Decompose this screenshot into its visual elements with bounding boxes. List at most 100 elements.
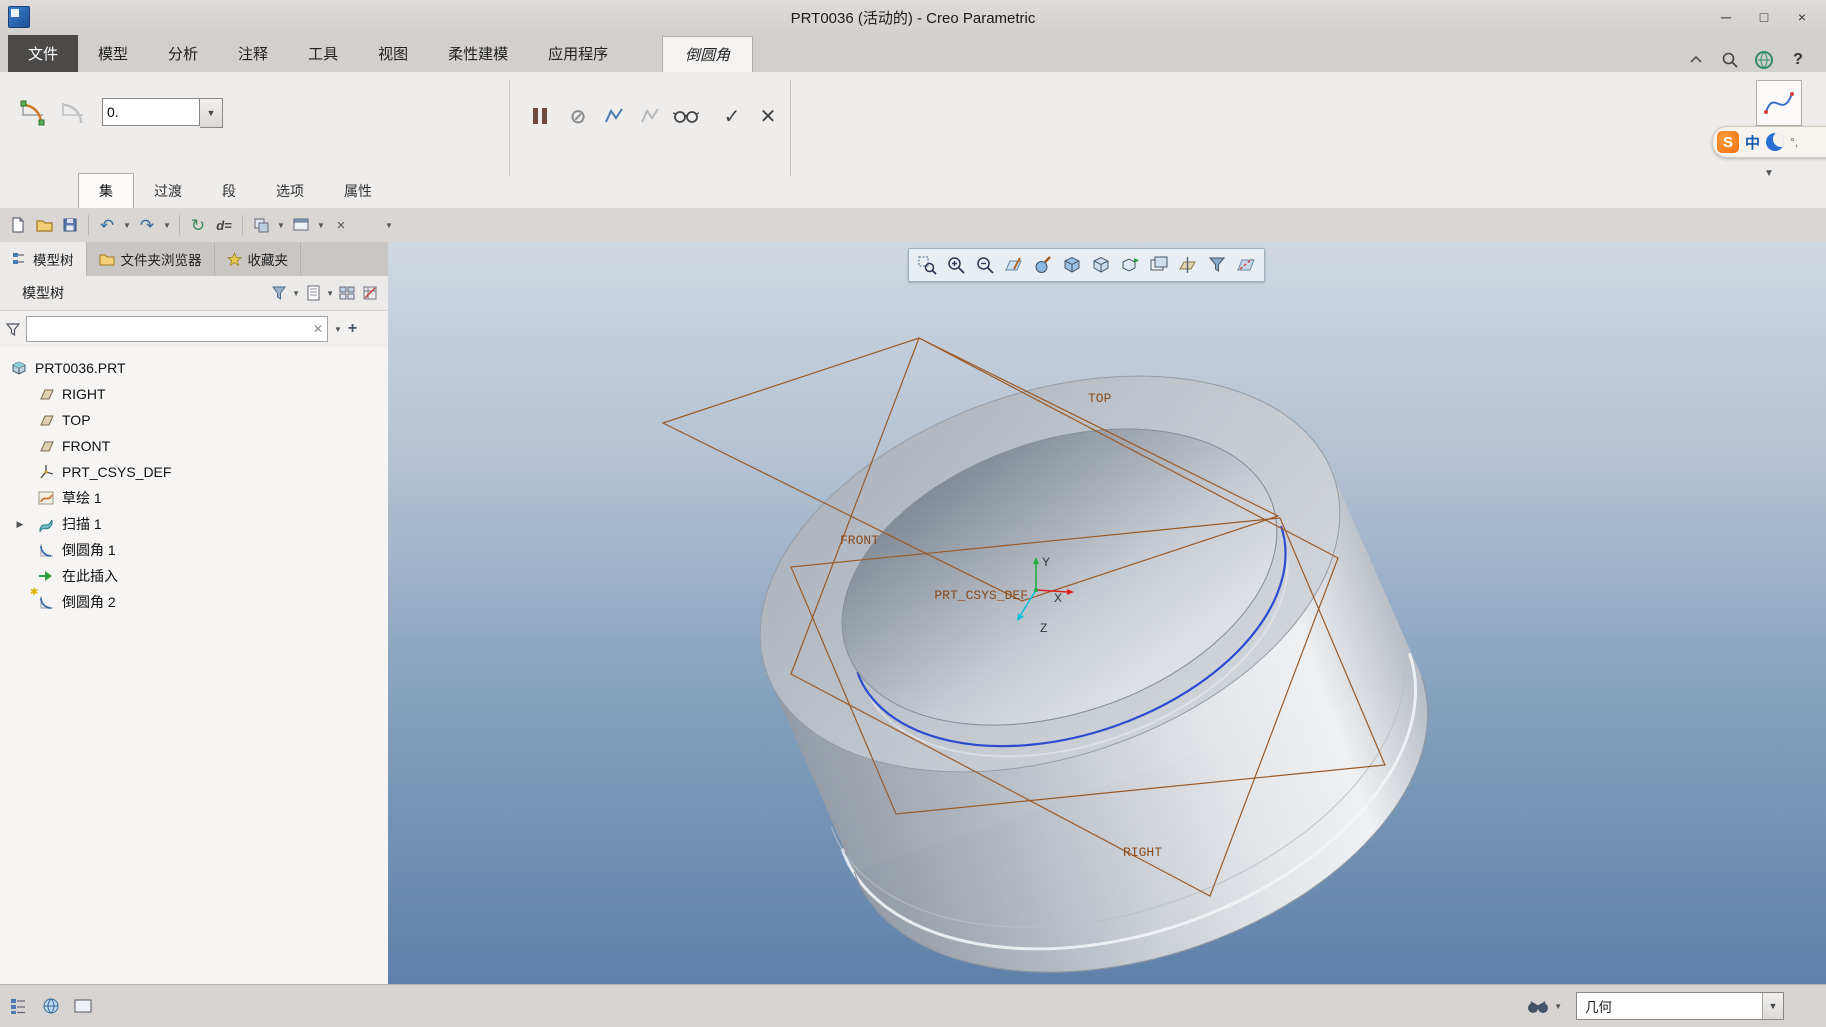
- pause-feature-icon[interactable]: [524, 100, 556, 132]
- zoom-region-icon[interactable]: [914, 252, 940, 278]
- round-radius-input[interactable]: [102, 98, 200, 126]
- tree-row-front-plane[interactable]: FRONT: [0, 433, 388, 459]
- no-preview-icon[interactable]: ⊘: [562, 100, 594, 132]
- clear-search-icon[interactable]: ✕: [309, 322, 327, 336]
- tree-row-sketch[interactable]: 草绘 1: [0, 485, 388, 511]
- tree-filter-icon[interactable]: [269, 283, 289, 303]
- tree-display-list-icon[interactable]: [303, 283, 323, 303]
- tab-round-active[interactable]: 倒圆角: [662, 36, 754, 72]
- help-icon[interactable]: ?: [1786, 48, 1810, 72]
- undo-dropdown-caret[interactable]: ▼: [121, 221, 133, 230]
- graphics-area[interactable]: TOP FRONT RIGHT PRT_CSYS_DEF Y X Z: [388, 242, 1826, 984]
- ime-language-toggle[interactable]: 中: [1745, 132, 1760, 153]
- minimize-button[interactable]: ─: [1708, 4, 1744, 30]
- find-binoculars-icon[interactable]: [1525, 993, 1551, 1019]
- search-options-caret[interactable]: ▼: [334, 325, 342, 334]
- find-dropdown-caret[interactable]: ▼: [1554, 1002, 1562, 1011]
- tree-row-part[interactable]: PRT0036.PRT: [0, 355, 388, 381]
- close-window-icon[interactable]: ×: [329, 213, 353, 237]
- tree-row-round2[interactable]: ✱ 倒圆角 2: [0, 587, 388, 615]
- zoom-in-icon[interactable]: [943, 252, 969, 278]
- view-manager-icon[interactable]: [1146, 252, 1172, 278]
- copy-geometry-icon[interactable]: [249, 213, 273, 237]
- tab-view[interactable]: 视图: [358, 35, 428, 72]
- tree-filter-caret[interactable]: ▼: [292, 289, 300, 298]
- ribbon-overflow-caret[interactable]: ▼: [1764, 168, 1774, 179]
- copy-dropdown-caret[interactable]: ▼: [275, 221, 287, 230]
- undo-icon[interactable]: ↶: [95, 213, 119, 237]
- tab-annotate[interactable]: 注释: [218, 35, 288, 72]
- toggle-model-tree-icon[interactable]: [6, 993, 32, 1019]
- regenerate-icon[interactable]: ↻: [186, 213, 210, 237]
- community-sync-icon[interactable]: [1752, 48, 1776, 72]
- subtab-transitions[interactable]: 过渡: [134, 174, 202, 208]
- collapse-ribbon-icon[interactable]: [1684, 48, 1708, 72]
- save-icon[interactable]: [58, 213, 82, 237]
- tab-favorites[interactable]: 收藏夹: [215, 242, 301, 276]
- search-icon[interactable]: [1718, 48, 1742, 72]
- tree-row-top-plane[interactable]: TOP: [0, 407, 388, 433]
- tab-flexible-modeling[interactable]: 柔性建模: [428, 35, 528, 72]
- cancel-feature-icon[interactable]: ✕: [752, 100, 784, 132]
- redo-icon[interactable]: ↷: [135, 213, 159, 237]
- tab-analysis[interactable]: 分析: [148, 35, 218, 72]
- tree-row-csys[interactable]: PRT_CSYS_DEF: [0, 459, 388, 485]
- open-file-icon[interactable]: [32, 213, 56, 237]
- tab-model[interactable]: 模型: [78, 35, 148, 72]
- ime-logo-icon[interactable]: S: [1717, 131, 1739, 153]
- round-sets-mode-icon[interactable]: [12, 94, 52, 134]
- relations-d-equals-icon[interactable]: d=: [212, 213, 236, 237]
- model-canvas[interactable]: TOP FRONT RIGHT PRT_CSYS_DEF Y X Z: [388, 242, 1826, 984]
- display-transparent-icon[interactable]: [1088, 252, 1114, 278]
- tree-row-insert-here[interactable]: 在此插入: [0, 563, 388, 589]
- geometry-preview-icon[interactable]: [598, 100, 630, 132]
- subtab-properties[interactable]: 属性: [324, 174, 392, 208]
- axis-label-x: X: [1054, 591, 1062, 605]
- spline-tool-icon[interactable]: [1756, 80, 1802, 126]
- subtab-pieces[interactable]: 段: [202, 174, 256, 208]
- window-arrange-icon[interactable]: [289, 213, 313, 237]
- tab-tools[interactable]: 工具: [288, 35, 358, 72]
- tree-row-right-plane[interactable]: RIGHT: [0, 381, 388, 407]
- saved-orientations-icon[interactable]: [1117, 252, 1143, 278]
- tree-columns-icon[interactable]: [337, 283, 357, 303]
- window-dropdown-caret[interactable]: ▼: [315, 221, 327, 230]
- tab-applications[interactable]: 应用程序: [528, 35, 628, 72]
- datum-display-icon[interactable]: [1175, 252, 1201, 278]
- shading-options-icon[interactable]: [1030, 252, 1056, 278]
- repaint-icon[interactable]: [1001, 252, 1027, 278]
- ime-fullhalf-icon[interactable]: [1766, 133, 1785, 151]
- close-button[interactable]: ×: [1784, 4, 1820, 30]
- selection-filter-combo[interactable]: 几何 ▼: [1576, 992, 1784, 1020]
- display-shaded-icon[interactable]: [1059, 252, 1085, 278]
- section-cut-icon[interactable]: [1233, 252, 1259, 278]
- tree-row-round1[interactable]: 倒圆角 1: [0, 537, 388, 563]
- feature-preview-icon[interactable]: [634, 100, 666, 132]
- toggle-browser-icon[interactable]: [38, 993, 64, 1019]
- redo-dropdown-caret[interactable]: ▼: [161, 221, 173, 230]
- tab-folder-browser[interactable]: 文件夹浏览器: [87, 242, 215, 276]
- subtab-sets[interactable]: 集: [78, 173, 134, 208]
- ime-punctuation-icon[interactable]: °,: [1790, 135, 1798, 149]
- qtb-customize-caret[interactable]: ▼: [383, 221, 395, 230]
- round-transitions-mode-icon[interactable]: [52, 94, 92, 134]
- maximize-button[interactable]: □: [1746, 4, 1782, 30]
- tree-display-caret[interactable]: ▼: [326, 289, 334, 298]
- toggle-fullscreen-icon[interactable]: [70, 993, 96, 1019]
- accept-feature-icon[interactable]: ✓: [716, 100, 748, 132]
- expand-icon[interactable]: ▶: [10, 519, 30, 530]
- subtab-options[interactable]: 选项: [256, 174, 324, 208]
- tab-file[interactable]: 文件: [8, 35, 79, 72]
- round-radius-dropdown[interactable]: ▼: [200, 98, 223, 128]
- tree-search-input[interactable]: [27, 319, 309, 339]
- selection-filter-caret[interactable]: ▼: [1762, 993, 1783, 1019]
- csys-icon: [37, 463, 55, 481]
- zoom-out-icon[interactable]: [972, 252, 998, 278]
- tree-row-sweep[interactable]: ▶ 扫描 1: [0, 511, 388, 537]
- tab-model-tree[interactable]: 模型树: [0, 242, 87, 276]
- display-filters-icon[interactable]: [1204, 252, 1230, 278]
- verify-glasses-icon[interactable]: [670, 100, 702, 132]
- new-file-icon[interactable]: [6, 213, 30, 237]
- add-filter-icon[interactable]: +: [348, 320, 357, 338]
- tree-settings-icon[interactable]: [360, 283, 380, 303]
